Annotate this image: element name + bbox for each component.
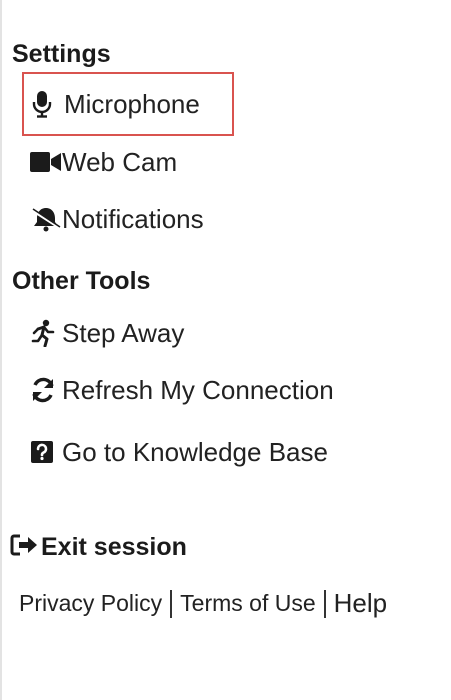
video-camera-icon	[22, 146, 62, 178]
menu-item-microphone[interactable]: Microphone	[22, 72, 234, 136]
menu-item-refresh-connection[interactable]: Refresh My Connection	[22, 370, 334, 410]
menu-item-web-cam[interactable]: Web Cam	[22, 142, 177, 182]
footer-links: Privacy Policy Terms of Use Help	[19, 588, 387, 619]
sign-out-icon	[10, 533, 38, 562]
menu-item-label: Microphone	[64, 88, 200, 119]
menu-item-label: Notifications	[62, 203, 204, 234]
privacy-policy-link[interactable]: Privacy Policy	[19, 590, 162, 617]
menu-item-label: Refresh My Connection	[62, 374, 334, 405]
menu-item-label: Step Away	[62, 317, 185, 348]
bell-slash-icon	[22, 203, 62, 235]
menu-item-label: Web Cam	[62, 146, 178, 177]
other-tools-heading: Other Tools	[12, 267, 151, 295]
help-link[interactable]: Help	[334, 588, 387, 619]
question-square-icon	[22, 436, 62, 468]
exit-session-label: Exit session	[41, 533, 187, 561]
exit-session-button[interactable]: Exit session	[10, 533, 187, 562]
footer-divider	[323, 589, 326, 618]
menu-item-label: Go to Knowledge Base	[62, 436, 328, 467]
settings-heading: Settings	[12, 40, 111, 68]
refresh-icon	[22, 374, 62, 406]
menu-item-notifications[interactable]: Notifications	[22, 199, 204, 239]
microphone-icon	[24, 88, 64, 120]
running-person-icon	[22, 317, 62, 349]
menu-item-step-away[interactable]: Step Away	[22, 313, 184, 353]
terms-of-use-link[interactable]: Terms of Use	[180, 590, 315, 617]
footer-divider	[170, 589, 173, 618]
menu-item-knowledge-base[interactable]: Go to Knowledge Base	[22, 432, 328, 472]
panel-left-border	[0, 0, 2, 700]
